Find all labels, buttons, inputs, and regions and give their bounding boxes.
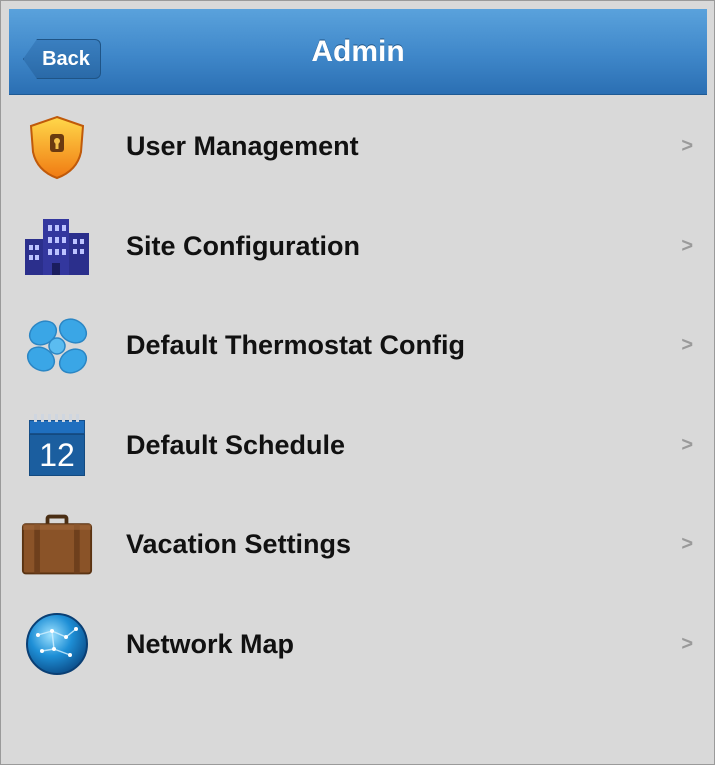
- chevron-right-icon: >: [681, 533, 693, 556]
- shield-lock-icon: [21, 114, 93, 180]
- menu-item-label: Default Schedule: [126, 429, 346, 460]
- admin-screen: Back Admin User Management > Site Config…: [0, 0, 715, 765]
- chevron-right-icon: >: [681, 234, 693, 257]
- menu-item-label: Network Map: [126, 628, 295, 659]
- menu-item-network-map[interactable]: Network Map >: [9, 595, 707, 695]
- header-bar: Back Admin: [9, 9, 707, 95]
- globe-icon: [21, 611, 93, 677]
- calendar-icon: 12: [21, 412, 93, 478]
- menu-item-default-schedule[interactable]: 12 Default Schedule >: [9, 396, 707, 496]
- menu-item-site-configuration[interactable]: Site Configuration >: [9, 197, 707, 297]
- menu-item-label: User Management: [126, 131, 359, 162]
- menu-item-default-thermostat-config[interactable]: Default Thermostat Config >: [9, 296, 707, 396]
- chevron-right-icon: >: [681, 433, 693, 456]
- fan-icon: [21, 313, 93, 379]
- menu-item-label: Vacation Settings: [126, 529, 352, 560]
- page-title: Admin: [311, 35, 405, 68]
- menu-item-label: Site Configuration: [126, 230, 360, 261]
- menu-item-user-management[interactable]: User Management >: [9, 97, 707, 197]
- chevron-right-icon: >: [681, 135, 693, 158]
- buildings-icon: [21, 213, 93, 279]
- menu-item-vacation-settings[interactable]: Vacation Settings >: [9, 495, 707, 595]
- menu-item-label: Default Thermostat Config: [126, 330, 466, 361]
- calendar-day: 12: [29, 434, 85, 477]
- admin-menu-list: User Management > Site Configuration > D…: [9, 97, 707, 694]
- chevron-right-icon: >: [681, 632, 693, 655]
- chevron-right-icon: >: [681, 334, 693, 357]
- suitcase-icon: [21, 512, 93, 578]
